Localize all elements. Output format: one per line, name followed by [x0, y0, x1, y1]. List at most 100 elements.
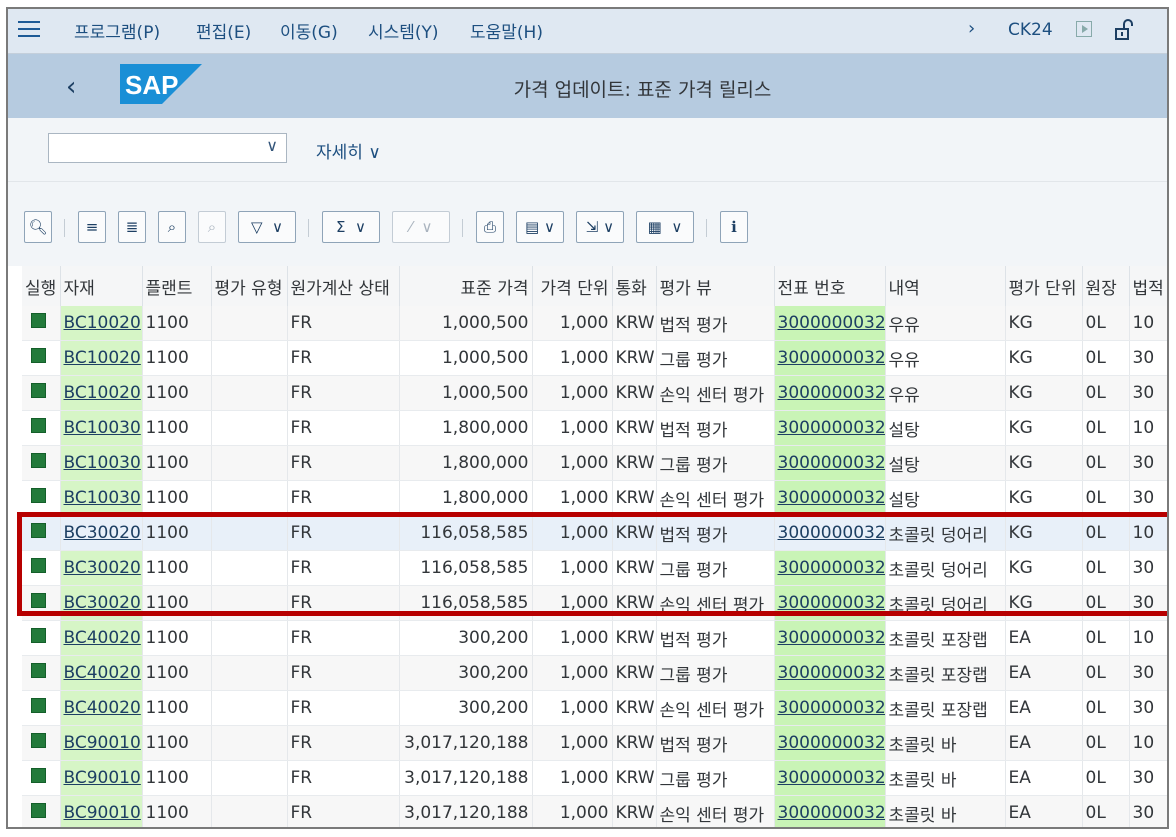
table-row[interactable]: BC90010 1100 FR 3,017,120,188 1,000 KRW 그룹 평가 3… [22, 760, 1167, 796]
table-row[interactable]: BC30020 1100 FR 116,058,585 1,000 KRW 그룹 평가 300… [22, 550, 1167, 586]
column-header[interactable]: 평가 뷰 [656, 266, 775, 306]
table-row[interactable]: BC10020 1100 FR 1,000,500 1,000 KRW 그룹 평가 30000… [22, 340, 1167, 376]
menu-program[interactable]: 프로그램(P) [74, 18, 160, 43]
table-cell: 1,000 [532, 340, 613, 376]
table-cell: 1,000 [532, 306, 613, 341]
material-link[interactable]: BC40020 [60, 655, 143, 691]
menu-help[interactable]: 도움말(H) [470, 18, 543, 43]
variant-dropdown[interactable]: ∨ [48, 133, 287, 163]
column-header[interactable]: 원가계산 상태 [287, 266, 400, 306]
column-header[interactable]: 내역 [885, 266, 1006, 306]
table-row[interactable]: BC40020 1100 FR 300,200 1,000 KRW 손익 센터 평가 3000… [22, 690, 1167, 726]
material-link[interactable]: BC10030 [60, 480, 143, 516]
table-cell: 300,200 [399, 620, 533, 656]
table-cell: 손익 센터 평가 [656, 690, 775, 726]
table-cell [211, 620, 288, 656]
info-icon[interactable]: ℹ [720, 211, 748, 243]
column-header[interactable]: 평가 단위 [1005, 266, 1083, 306]
document-link[interactable]: 3000000032 [774, 306, 886, 341]
column-header[interactable]: 전표 번호 [774, 266, 886, 306]
search-icon[interactable]: ⌕ [158, 211, 186, 243]
unlock-icon[interactable] [1114, 19, 1134, 41]
chevron-right-icon[interactable]: › [968, 18, 975, 39]
table-row[interactable]: BC10030 1100 FR 1,800,000 1,000 KRW 손익 센터 평가 30… [22, 480, 1167, 516]
layout-icon[interactable]: ▦ ∨ [636, 211, 694, 243]
sum-icon[interactable]: Σ ∨ [322, 211, 380, 243]
material-link[interactable]: BC40020 [60, 620, 143, 656]
table-cell: 초콜릿 덩어리 [885, 515, 1006, 551]
table-cell: KG [1005, 410, 1083, 446]
column-header[interactable]: 원장 [1082, 266, 1130, 306]
more-button[interactable]: 자세히 ∨ [316, 138, 381, 163]
material-link[interactable]: BC10020 [60, 306, 143, 341]
column-header[interactable]: 표준 가격 [399, 266, 533, 306]
table-cell: 1,000 [532, 375, 613, 411]
material-link[interactable]: BC40020 [60, 690, 143, 726]
table-row[interactable]: BC30020 1100 FR 116,058,585 1,000 KRW 손익 센터 평가… [22, 585, 1167, 621]
table-cell: FR [287, 690, 400, 726]
column-header[interactable]: 평가 유형 [211, 266, 288, 306]
status-green-icon [31, 663, 46, 678]
material-link[interactable]: BC90010 [60, 760, 143, 796]
table-row[interactable]: BC10020 1100 FR 1,000,500 1,000 KRW 손익 센터 평가 30… [22, 375, 1167, 411]
document-link[interactable]: 3000000032 [774, 480, 886, 516]
document-link[interactable]: 3000000032 [774, 515, 886, 551]
toolbar-separator [706, 219, 707, 237]
column-header[interactable]: 통화 [612, 266, 657, 306]
menu-goto[interactable]: 이동(G) [280, 18, 338, 43]
print-icon[interactable]: ⎙ [476, 211, 504, 243]
document-link[interactable]: 3000000032 [774, 725, 886, 761]
column-header[interactable]: 플랜트 [142, 266, 212, 306]
table-cell: 1100 [142, 620, 212, 656]
view-icon[interactable]: ▤ ∨ [516, 211, 564, 243]
document-link[interactable]: 3000000032 [774, 585, 886, 621]
menu-edit[interactable]: 편집(E) [196, 18, 251, 43]
material-link[interactable]: BC90010 [60, 725, 143, 761]
details-icon[interactable]: 🔍︎ [24, 211, 52, 243]
column-header[interactable]: 실행 [22, 266, 61, 306]
document-link[interactable]: 3000000032 [774, 620, 886, 656]
table-cell: 1,000 [532, 620, 613, 656]
material-link[interactable]: BC10030 [60, 410, 143, 446]
menu-system[interactable]: 시스템(Y) [368, 18, 439, 43]
export-icon[interactable]: ⇲ ∨ [576, 211, 624, 243]
table-row[interactable]: BC10030 1100 FR 1,800,000 1,000 KRW 그룹 평가 30000… [22, 445, 1167, 481]
table-row[interactable]: BC40020 1100 FR 300,200 1,000 KRW 법적 평가 3000000… [22, 620, 1167, 656]
document-link[interactable]: 3000000032 [774, 445, 886, 481]
menu-icon[interactable] [18, 21, 40, 39]
material-link[interactable]: BC10020 [60, 375, 143, 411]
column-header[interactable]: 법적 [1129, 266, 1167, 306]
document-link[interactable]: 3000000032 [774, 760, 886, 796]
material-link[interactable]: BC30020 [60, 550, 143, 586]
document-link[interactable]: 3000000032 [774, 690, 886, 726]
material-link[interactable]: BC90010 [60, 795, 143, 827]
material-link[interactable]: BC30020 [60, 585, 143, 621]
document-link[interactable]: 3000000032 [774, 410, 886, 446]
document-link[interactable]: 3000000032 [774, 375, 886, 411]
sort-ascending-icon[interactable]: ≡ [78, 211, 106, 243]
material-link[interactable]: BC30020 [60, 515, 143, 551]
table-cell: KG [1005, 445, 1083, 481]
column-header[interactable]: 자재 [60, 266, 143, 306]
table-row[interactable]: BC40020 1100 FR 300,200 1,000 KRW 그룹 평가 3000000… [22, 655, 1167, 691]
table-cell [211, 795, 288, 827]
play-icon[interactable] [1076, 21, 1092, 37]
table-row[interactable]: BC10030 1100 FR 1,800,000 1,000 KRW 법적 평가 30000… [22, 410, 1167, 446]
material-link[interactable]: BC10020 [60, 340, 143, 376]
table-cell: EA [1005, 655, 1083, 691]
table-row[interactable]: BC10020 1100 FR 1,000,500 1,000 KRW 법적 평가 30000… [22, 306, 1167, 341]
table-row[interactable]: BC90010 1100 FR 3,017,120,188 1,000 KRW 법적 평가 3… [22, 725, 1167, 761]
table-row[interactable]: BC30020 1100 FR 116,058,585 1,000 KRW 법적 평가 300… [22, 515, 1167, 551]
filter-icon[interactable]: ▽ ∨ [238, 211, 296, 243]
column-header[interactable]: 가격 단위 [532, 266, 613, 306]
document-link[interactable]: 3000000032 [774, 795, 886, 827]
document-link[interactable]: 3000000032 [774, 655, 886, 691]
sort-descending-icon[interactable]: ≣ [118, 211, 146, 243]
material-link[interactable]: BC10030 [60, 445, 143, 481]
table-cell [211, 515, 288, 551]
table-cell: 1100 [142, 340, 212, 376]
document-link[interactable]: 3000000032 [774, 550, 886, 586]
table-row[interactable]: BC90010 1100 FR 3,017,120,188 1,000 KRW 손익 센터 … [22, 795, 1167, 827]
document-link[interactable]: 3000000032 [774, 340, 886, 376]
table-cell: 1,000 [532, 410, 613, 446]
